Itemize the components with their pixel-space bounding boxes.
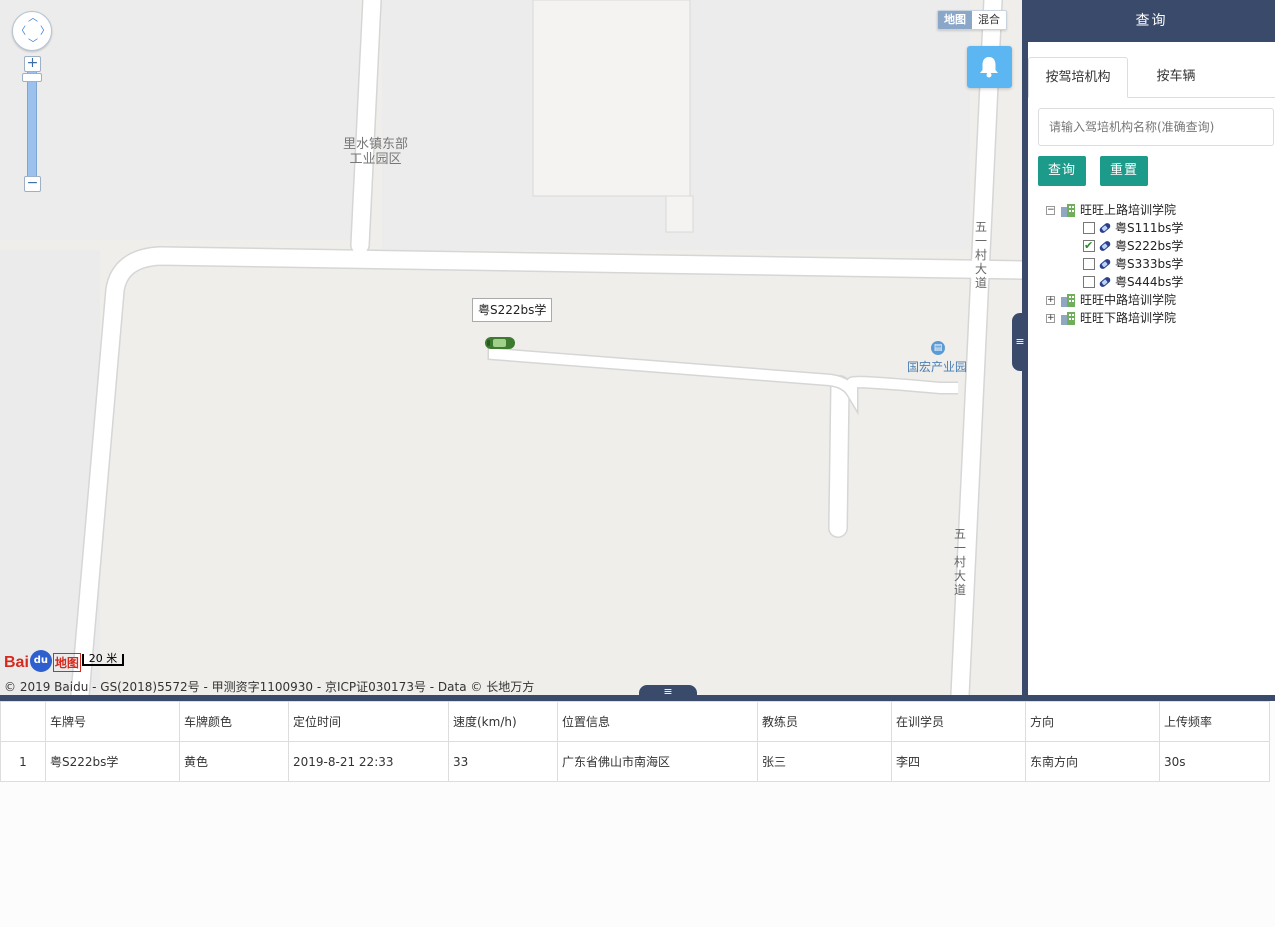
pan-right-icon[interactable]: 〉 <box>40 27 50 37</box>
map-type-switch: 地图 混合 <box>937 10 1007 30</box>
column-header[interactable] <box>0 701 46 742</box>
collapse-icon[interactable]: − <box>1046 206 1055 215</box>
table-cell: 黄色 <box>179 741 289 782</box>
expand-icon[interactable]: + <box>1046 296 1055 305</box>
vehicle-checkbox[interactable] <box>1083 276 1095 288</box>
column-header[interactable]: 速度(km/h) <box>448 701 558 742</box>
road-label-lower: 五一村大道 <box>953 527 966 597</box>
logo-text-bai: Bai <box>4 654 29 671</box>
tree-node-vehicle[interactable]: 粤S111bs学 <box>1046 219 1271 237</box>
table-cell: 张三 <box>757 741 892 782</box>
tree-node-label[interactable]: 旺旺下路培训学院 <box>1080 309 1176 327</box>
table-cell: 1 <box>0 741 46 782</box>
pan-control[interactable]: ︿ ﹀ 〈 〉 <box>12 11 52 51</box>
zoom-slider-track[interactable] <box>27 70 37 182</box>
column-header[interactable]: 位置信息 <box>557 701 758 742</box>
column-header[interactable]: 定位时间 <box>288 701 449 742</box>
pan-up-icon[interactable]: ︿ <box>28 14 38 24</box>
area-label-line2: 工业园区 <box>349 152 402 167</box>
car-icon[interactable] <box>484 336 516 350</box>
expand-icon[interactable]: + <box>1046 314 1055 323</box>
school-tree: − 旺旺上路培训学院粤S111bs学粤S222bs学粤S333bs学粤S444bs… <box>1046 201 1271 327</box>
bell-icon <box>980 57 998 78</box>
vehicle-plate-label[interactable]: 粤S444bs学 <box>1115 273 1183 291</box>
zoom-out-button[interactable]: − <box>24 176 41 192</box>
vehicle-label[interactable]: 粤S222bs学 <box>472 298 553 322</box>
pan-left-icon[interactable]: 〈 <box>16 27 26 37</box>
query-panel: 查询 按驾培机构 按车辆 查询 重置 − 旺旺上路培训学院粤S111bs学粤S22… <box>1028 0 1275 695</box>
table-cell: 2019-8-21 22:33 <box>288 741 449 782</box>
tree-node-label[interactable]: 旺旺上路培训学院 <box>1080 201 1176 219</box>
column-header[interactable]: 车牌号 <box>45 701 180 742</box>
pan-down-icon[interactable]: ﹀ <box>28 40 38 50</box>
area-label-line1: 里水镇东部 <box>343 137 409 152</box>
table-cell: 30s <box>1159 741 1270 782</box>
tree-node-vehicle[interactable]: 粤S444bs学 <box>1046 273 1271 291</box>
vehicle-plate-label[interactable]: 粤S222bs学 <box>1115 237 1183 255</box>
table-cell: 广东省佛山市南海区 <box>557 741 758 782</box>
vehicle-table: 车牌号 车牌颜色 定位时间 速度(km/h) 位置信息 教练员 在训学员 方向 上传频率 1 粤S… <box>0 701 1270 782</box>
vehicle-plate-label[interactable]: 粤S111bs学 <box>1115 219 1183 237</box>
tree-node-school[interactable]: − 旺旺上路培训学院 <box>1046 201 1271 219</box>
reset-button[interactable]: 重置 <box>1100 156 1148 186</box>
tree-node-school[interactable]: + 旺旺中路培训学院 <box>1046 291 1271 309</box>
vehicle-icon <box>1099 259 1111 269</box>
table-header-row: 车牌号 车牌颜色 定位时间 速度(km/h) 位置信息 教练员 在训学员 方向 上传频率 <box>0 701 1270 742</box>
tree-node-vehicle[interactable]: 粤S333bs学 <box>1046 255 1271 273</box>
scale-bar: 20 米 <box>82 653 124 666</box>
logo-paw-icon: du <box>29 650 52 672</box>
column-header[interactable]: 上传频率 <box>1159 701 1270 742</box>
baidu-logo: Bai du 地图 <box>4 646 81 672</box>
school-search-input[interactable] <box>1038 108 1274 146</box>
tab-by-vehicle[interactable]: 按车辆 <box>1128 57 1224 98</box>
vehicle-icon <box>1099 223 1111 233</box>
building-icon <box>1061 294 1075 307</box>
query-tabs: 按驾培机构 按车辆 <box>1028 57 1275 98</box>
vehicle-checkbox[interactable] <box>1083 222 1095 234</box>
table-cell: 东南方向 <box>1025 741 1160 782</box>
tree-node-school[interactable]: + 旺旺下路培训学院 <box>1046 309 1271 327</box>
zoom-in-button[interactable]: + <box>24 56 41 72</box>
road-label-upper: 五一村大道 <box>974 220 987 290</box>
poi-label[interactable]: 国宏产业园 <box>907 358 967 375</box>
tab-by-school[interactable]: 按驾培机构 <box>1028 57 1128 98</box>
vehicle-checkbox[interactable] <box>1083 258 1095 270</box>
table-cell: 33 <box>448 741 558 782</box>
alarm-button[interactable] <box>967 46 1012 88</box>
query-button[interactable]: 查询 <box>1038 156 1086 186</box>
vehicle-plate-label[interactable]: 粤S333bs学 <box>1115 255 1183 273</box>
column-header[interactable]: 在训学员 <box>891 701 1026 742</box>
column-header[interactable]: 教练员 <box>757 701 892 742</box>
zoom-slider-handle[interactable] <box>22 73 42 82</box>
grid-collapse-handle[interactable]: ≡ <box>639 685 697 699</box>
column-header[interactable]: 车牌颜色 <box>179 701 289 742</box>
vehicle-icon <box>1099 277 1111 287</box>
vehicle-checkbox[interactable] <box>1083 237 1095 255</box>
tree-node-vehicle[interactable]: 粤S222bs学 <box>1046 237 1271 255</box>
panel-collapse-handle[interactable]: ≡ <box>1012 313 1028 371</box>
table-cell: 粤S222bs学 <box>45 741 180 782</box>
table-row[interactable]: 1 粤S222bs学 黄色 2019-8-21 22:33 33 广东省佛山市南海区 张三李… <box>0 741 1270 782</box>
map-canvas[interactable]: 里水镇东部 工业园区 五一村大道 五一村大道 ▤ 国宏产业园 ︿ ﹀ 〈 〉 +… <box>0 0 1022 695</box>
column-header[interactable]: 方向 <box>1025 701 1160 742</box>
building-icon <box>1061 204 1075 217</box>
vehicle-icon <box>1099 241 1111 251</box>
vehicle-data-grid: 车牌号 车牌颜色 定位时间 速度(km/h) 位置信息 教练员 在训学员 方向 上传频率 1 粤S… <box>0 701 1275 927</box>
map-type-map[interactable]: 地图 <box>938 11 972 29</box>
building-icon <box>1061 312 1075 325</box>
table-cell: 李四 <box>891 741 1026 782</box>
map-copyright: © 2019 Baidu - GS(2018)5572号 - 甲测资字11009… <box>4 680 535 694</box>
map-type-hybrid[interactable]: 混合 <box>972 11 1006 29</box>
logo-text-map: 地图 <box>52 653 81 672</box>
poi-icon[interactable]: ▤ <box>931 341 945 355</box>
area-label: 里水镇东部 工业园区 <box>343 137 408 167</box>
tree-node-label[interactable]: 旺旺中路培训学院 <box>1080 291 1176 309</box>
panel-title: 查询 <box>1028 0 1275 42</box>
